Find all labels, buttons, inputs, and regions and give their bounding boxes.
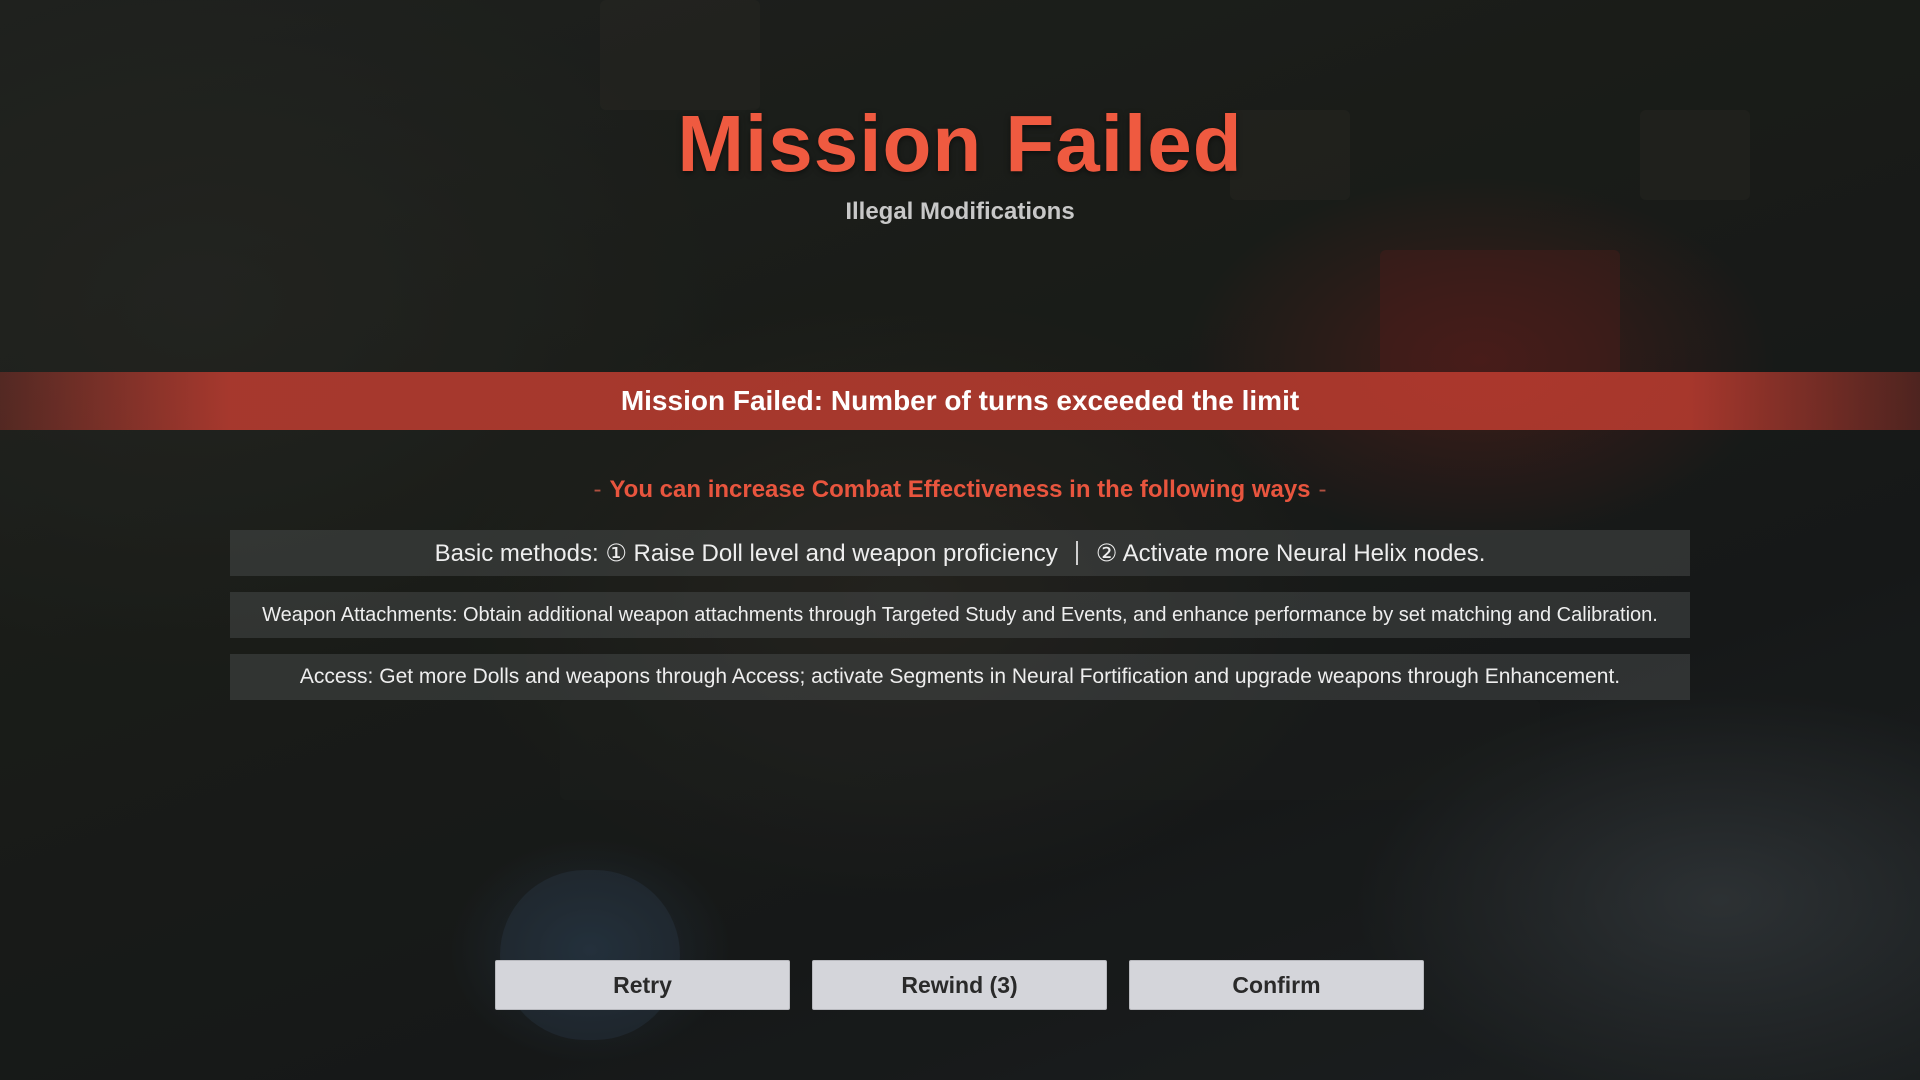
tips-heading: - You can increase Combat Effectiveness i… [0,476,1920,504]
tip-attachments-text: Weapon Attachments: Obtain additional we… [262,604,1658,626]
mission-result-subtitle: Illegal Modifications [845,198,1075,225]
tip-basic-part1: Basic methods: ① Raise Doll level and we… [434,539,1058,567]
mission-result-title: Mission Failed [677,99,1243,188]
tip-basic-methods: Basic methods: ① Raise Doll level and we… [230,530,1690,576]
tip-access-text: Access: Get more Dolls and weapons throu… [299,665,1621,688]
rewind-button[interactable]: Rewind (3) [812,960,1107,1010]
tip-basic-part2: ② Activate more Neural Helix nodes. [1095,539,1486,567]
tips-heading-dash-right: - [1318,476,1327,503]
failure-reason-banner: Mission Failed: Number of turns exceeded… [0,372,1920,430]
tips-heading-text: You can increase Combat Effectiveness in… [609,476,1311,503]
tip-access: Access: Get more Dolls and weapons throu… [230,654,1690,700]
tips-heading-dash-left: - [593,476,602,503]
failure-reason-text: Mission Failed: Number of turns exceeded… [620,385,1300,416]
tip-weapon-attachments: Weapon Attachments: Obtain additional we… [230,592,1690,638]
retry-button[interactable]: Retry [495,960,790,1010]
confirm-button[interactable]: Confirm [1129,960,1424,1010]
tip-divider [1075,541,1078,565]
